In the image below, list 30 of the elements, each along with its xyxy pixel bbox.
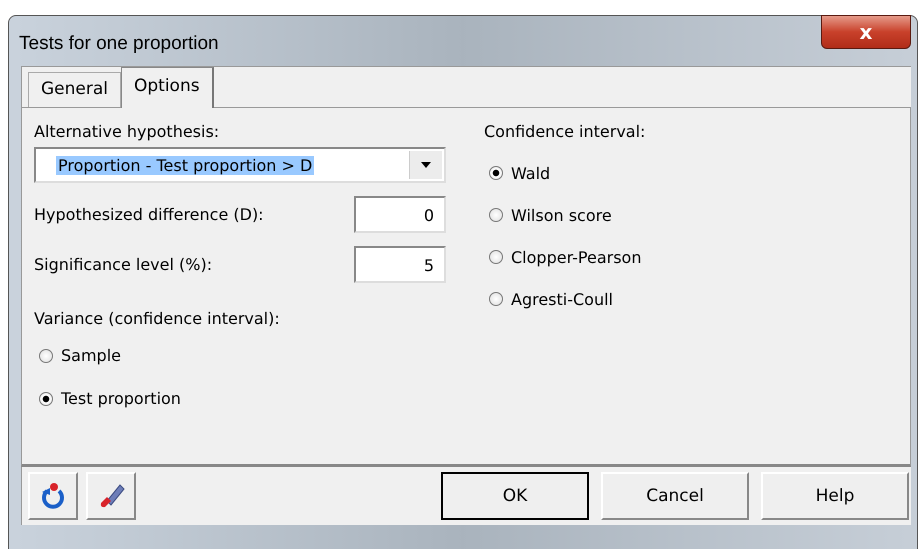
radio-button[interactable] [489, 166, 503, 180]
tab[interactable]: Options [121, 67, 214, 108]
window-title: Tests for one proportion [19, 33, 219, 55]
radio-label[interactable]: Wilson score [511, 206, 612, 224]
input-field[interactable]: 0 [354, 196, 446, 233]
radio-label[interactable]: Sample [61, 346, 121, 365]
dropdown[interactable]: Proportion - Test proportion > D [34, 147, 446, 183]
dialog-button[interactable]: OK [441, 472, 589, 520]
radio-button[interactable] [489, 208, 503, 222]
radio-button[interactable] [39, 392, 53, 406]
eraser-button[interactable] [86, 472, 136, 520]
dialog-button[interactable]: Cancel [601, 472, 749, 520]
radio-label[interactable]: Agresti-Coull [511, 290, 613, 308]
radio-label[interactable]: Wald [511, 164, 550, 182]
radio-label[interactable]: Test proportion [61, 389, 181, 408]
field-label: Alternative hypothesis: [34, 122, 220, 143]
close-button[interactable]: x [821, 15, 911, 49]
group-label: Variance (confidence interval): [34, 309, 281, 330]
field-label: Hypothesized difference (D): [34, 205, 264, 224]
group-label: Confidence interval: [484, 122, 646, 143]
radio-button[interactable] [39, 348, 53, 362]
radio-label[interactable]: Clopper-Pearson [511, 248, 642, 266]
reset-button[interactable] [28, 472, 78, 520]
field-label: Significance level (%): [34, 255, 212, 274]
caret-icon [421, 162, 431, 168]
dialog-button[interactable]: Help [761, 472, 909, 520]
radio-button[interactable] [489, 250, 503, 264]
input-field[interactable]: 5 [354, 246, 446, 283]
tab[interactable]: General [28, 72, 121, 107]
radio-button[interactable] [489, 292, 503, 306]
